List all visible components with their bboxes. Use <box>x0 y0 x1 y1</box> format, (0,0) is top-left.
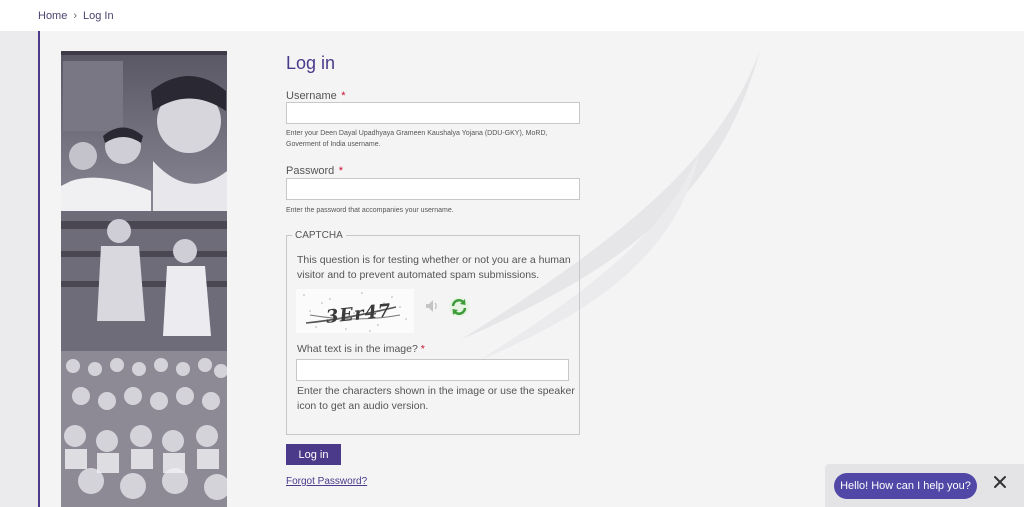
username-help: Enter your Deen Dayal Upadhyaya Grameen … <box>286 130 548 148</box>
chat-greeting-bubble[interactable]: Hello! How can I help you? <box>834 473 977 499</box>
password-help: Enter the password that accompanies your… <box>286 207 454 214</box>
breadcrumb-home-link[interactable]: Home <box>38 10 67 22</box>
password-required-mark: * <box>338 165 344 177</box>
username-input[interactable] <box>286 102 580 124</box>
login-button[interactable]: Log in <box>286 444 341 465</box>
page-title: Log in <box>286 53 336 73</box>
breadcrumb: Home › Log In <box>38 10 114 22</box>
side-photo-collage <box>61 51 227 507</box>
password-label: Password <box>286 165 335 177</box>
left-accent-rule <box>38 31 40 507</box>
captcha-description: This question is for testing whether or … <box>297 254 571 281</box>
captcha-input[interactable] <box>296 359 569 381</box>
username-required-mark: * <box>341 90 346 102</box>
captcha-question-label: What text is in the image? <box>297 343 418 355</box>
speaker-icon[interactable] <box>424 298 440 314</box>
captcha-required-mark: * <box>420 343 425 355</box>
top-bar <box>0 0 1024 31</box>
password-label-row: Password * <box>286 161 343 179</box>
captcha-help: Enter the characters shown in the image … <box>297 385 575 412</box>
forgot-password-link[interactable]: Forgot Password? <box>286 476 367 487</box>
left-gutter <box>0 31 38 507</box>
breadcrumb-separator: › <box>73 10 78 22</box>
captcha-question-label-row: What text is in the image? * <box>297 343 425 355</box>
breadcrumb-current: Log In <box>83 10 114 22</box>
close-icon[interactable] <box>991 473 1009 491</box>
username-label: Username <box>286 90 337 102</box>
captcha-legend: CAPTCHA <box>292 230 346 241</box>
captcha-image: 3Er47 <box>296 289 414 333</box>
password-input[interactable] <box>286 178 580 200</box>
refresh-captcha-icon[interactable] <box>448 296 470 318</box>
